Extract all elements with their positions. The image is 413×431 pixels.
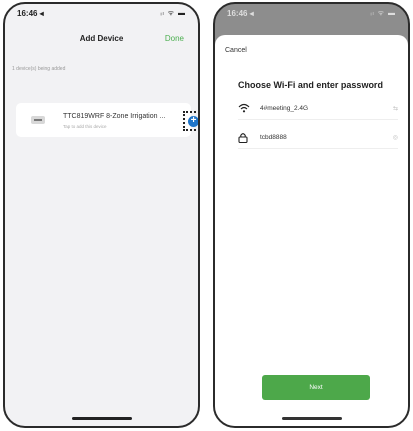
password-field[interactable]: tcbd8888 ◎ <box>238 128 398 149</box>
status-icons: ᵢₗ ᯤ ▬ <box>160 9 186 17</box>
password-value[interactable]: tcbd8888 <box>260 134 287 141</box>
status-time: 16:46 ◂ <box>227 8 254 18</box>
status-time: 16:46 ◂ <box>17 8 44 18</box>
phone-left-screen: 16:46 ◂ ᵢₗ ᯤ ▬ Add Device Done 1 device(… <box>3 2 200 428</box>
wifi-icon <box>238 103 250 116</box>
status-bar: 16:46 ◂ ᵢₗ ᯤ ▬ <box>5 4 198 22</box>
phone-right-screen: 16:46 ◂ ᵢₗ ᯤ ▬ Cancel Choose Wi-Fi and e… <box>213 2 410 428</box>
status-bar: 16:46 ◂ ᵢₗ ᯤ ▬ <box>215 4 408 22</box>
sheet-title: Choose Wi-Fi and enter password <box>238 80 383 90</box>
add-device-button[interactable]: + <box>188 116 198 127</box>
show-password-icon[interactable]: ◎ <box>393 134 398 141</box>
cancel-button[interactable]: Cancel <box>225 47 247 54</box>
add-highlight-box: + <box>183 111 198 131</box>
wifi-field[interactable]: 4#meeting_2.4G ⇆ <box>238 99 398 120</box>
device-subtitle: Tap to add this device <box>63 124 107 129</box>
nav-bar: Add Device Done <box>5 30 198 48</box>
done-button[interactable]: Done <box>165 34 184 43</box>
device-icon <box>31 116 45 124</box>
section-label: 1 device(s) being added <box>12 66 66 72</box>
next-button[interactable]: Next <box>262 375 370 400</box>
wifi-sheet: Cancel Choose Wi-Fi and enter password 4… <box>215 35 408 426</box>
device-name: TTC819WRF 8-Zone Irrigation ... <box>63 113 166 120</box>
lock-icon <box>238 132 248 146</box>
switch-network-icon[interactable]: ⇆ <box>393 105 398 112</box>
home-indicator <box>71 417 132 420</box>
status-icons: ᵢₗ ᯤ ▬ <box>370 9 396 17</box>
home-indicator <box>281 417 342 420</box>
device-card[interactable]: TTC819WRF 8-Zone Irrigation ... Tap to a… <box>16 103 198 137</box>
wifi-name: 4#meeting_2.4G <box>260 105 309 112</box>
